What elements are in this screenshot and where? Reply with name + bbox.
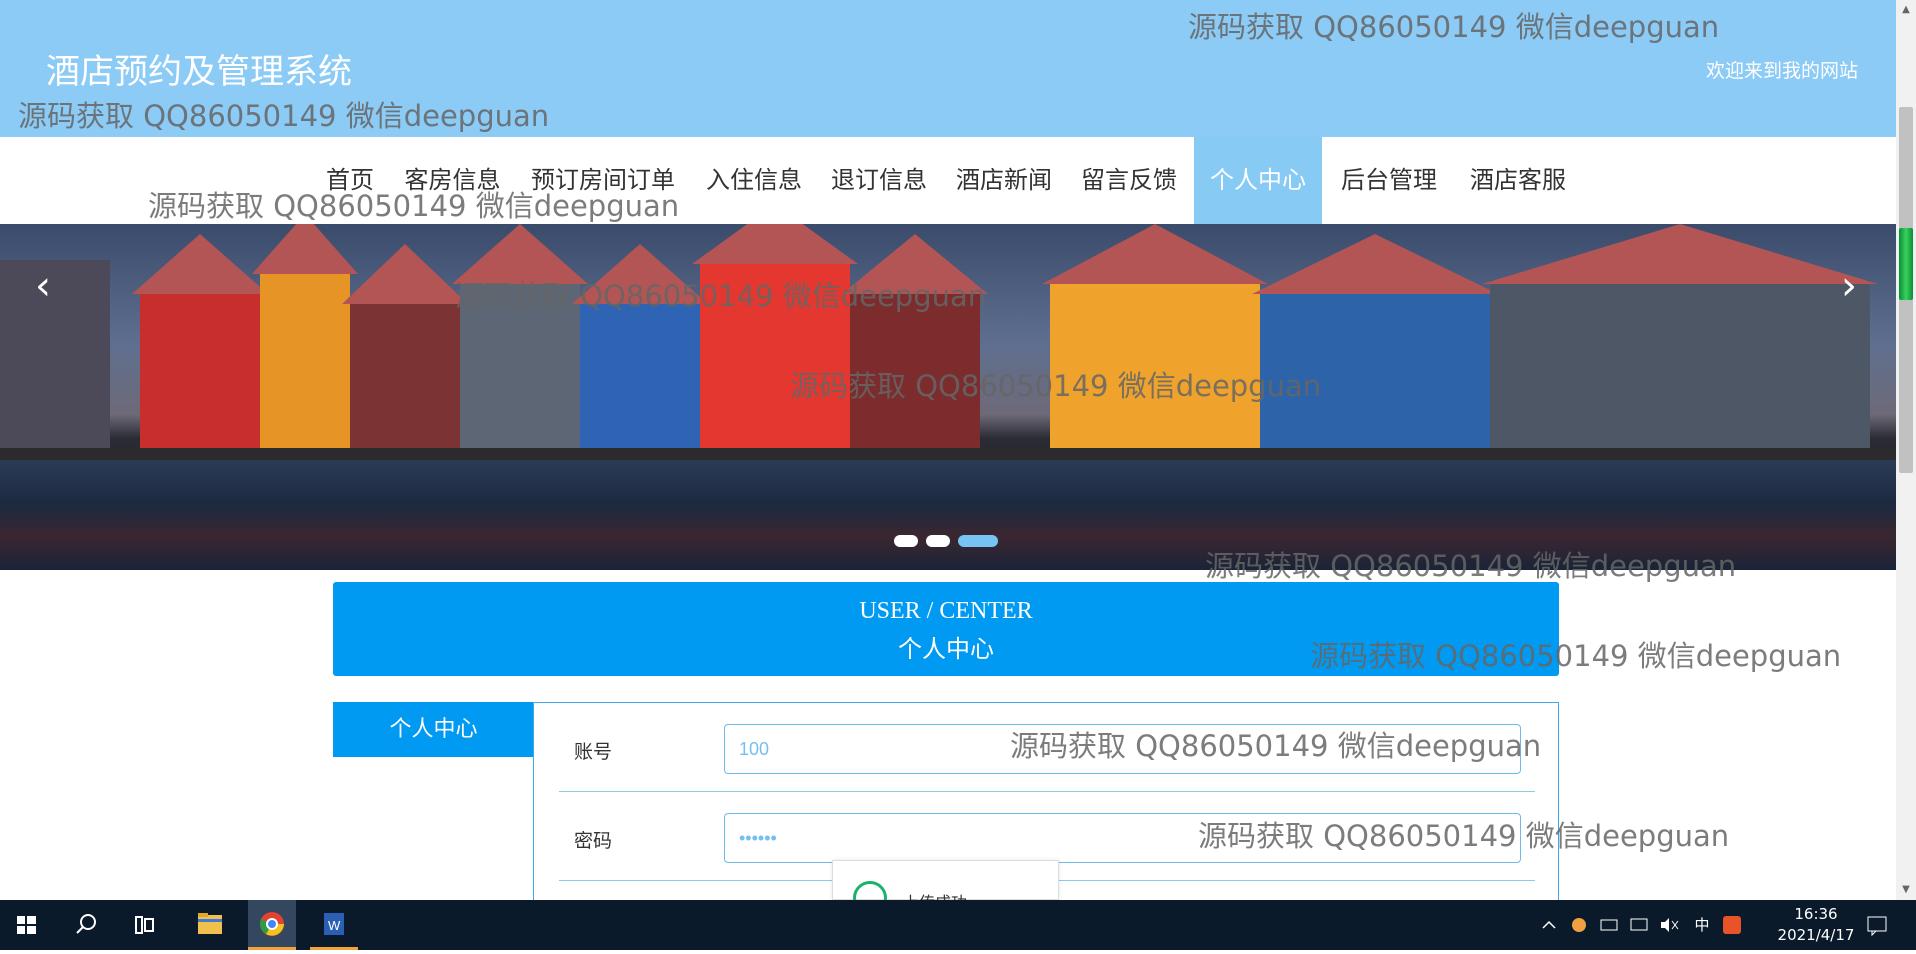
banner-house xyxy=(692,224,858,460)
task-view-icon[interactable] xyxy=(120,900,168,950)
section-title-en: USER / CENTER xyxy=(859,598,1033,624)
banner-house xyxy=(1042,224,1268,460)
nav-checkin[interactable]: 入住信息 xyxy=(702,137,806,224)
carousel-dot-active[interactable] xyxy=(958,535,998,547)
windows-taskbar: W 中 16:36 2021/4/17 xyxy=(0,900,1916,950)
side-menu-user-center[interactable]: 个人中心 xyxy=(333,702,534,757)
volume-muted-icon[interactable] xyxy=(1657,900,1681,950)
word-icon[interactable]: W xyxy=(310,900,358,950)
file-explorer-icon[interactable] xyxy=(186,900,234,950)
password-label: 密码 xyxy=(574,830,613,852)
form-row-account: 账号 100 xyxy=(559,703,1535,792)
banner-house xyxy=(572,244,708,460)
account-label: 账号 xyxy=(574,741,613,763)
clock-time: 16:36 xyxy=(1794,905,1838,923)
banner-house xyxy=(1252,234,1498,460)
banner-water xyxy=(0,460,1896,570)
password-input[interactable]: •••••• xyxy=(724,813,1521,863)
ime-indicator[interactable]: 中 xyxy=(1690,900,1714,950)
site-title[interactable]: 酒店预约及管理系统 xyxy=(46,44,352,93)
main-nav: 首页 客房信息 预订房间订单 入住信息 退订信息 酒店新闻 留言反馈 个人中心 … xyxy=(0,137,1896,224)
tray-overflow-icon[interactable] xyxy=(1537,900,1561,950)
carousel-indicators xyxy=(894,532,1006,551)
hero-carousel: ‹ › xyxy=(0,224,1896,570)
welcome-text: 欢迎来到我的网站 xyxy=(1705,60,1858,82)
windows-start-icon[interactable] xyxy=(2,900,50,950)
nav-home[interactable]: 首页 xyxy=(322,137,378,224)
carousel-dot[interactable] xyxy=(926,535,950,547)
tray-app-icon[interactable] xyxy=(1567,900,1591,950)
chrome-icon[interactable] xyxy=(248,900,296,950)
nav-booking-orders[interactable]: 预订房间订单 xyxy=(526,137,680,224)
battery-icon[interactable] xyxy=(1597,900,1621,950)
nav-customer-service[interactable]: 酒店客服 xyxy=(1466,137,1570,224)
site-header: 酒店预约及管理系统 欢迎来到我的网站 xyxy=(0,0,1896,137)
section-title-banner: USER / CENTER 个人中心 xyxy=(333,582,1559,676)
clock-date: 2021/4/17 xyxy=(1777,926,1855,944)
scroll-up-icon[interactable]: ▲ xyxy=(1896,0,1916,20)
section-title-cn: 个人中心 xyxy=(898,635,994,663)
banner-house xyxy=(342,244,468,460)
banner-house xyxy=(452,224,588,460)
notification-icon[interactable] xyxy=(1862,900,1892,950)
input-method-icon[interactable] xyxy=(1720,900,1744,950)
nav-user-center[interactable]: 个人中心 xyxy=(1194,137,1322,224)
banner-house xyxy=(252,224,358,460)
system-clock[interactable]: 16:36 2021/4/17 xyxy=(1771,904,1861,946)
carousel-dot[interactable] xyxy=(894,535,918,547)
nav-cancellation[interactable]: 退订信息 xyxy=(827,137,931,224)
network-icon[interactable] xyxy=(1627,900,1651,950)
banner-house xyxy=(1482,224,1878,460)
nav-rooms[interactable]: 客房信息 xyxy=(400,137,505,224)
svg-text:W: W xyxy=(328,918,341,933)
upload-success-toast: 上传成功 xyxy=(832,860,1059,915)
carousel-next-icon[interactable]: › xyxy=(1834,266,1864,306)
nav-hotel-news[interactable]: 酒店新闻 xyxy=(952,137,1056,224)
banner-house xyxy=(132,234,268,460)
banner-house xyxy=(842,234,988,460)
scroll-down-icon[interactable]: ▼ xyxy=(1896,880,1916,900)
account-input[interactable]: 100 xyxy=(724,724,1521,774)
nav-admin[interactable]: 后台管理 xyxy=(1337,137,1441,224)
search-icon[interactable] xyxy=(62,900,110,950)
carousel-prev-icon[interactable]: ‹ xyxy=(28,266,58,306)
scroll-indicator xyxy=(1899,228,1913,300)
nav-feedback[interactable]: 留言反馈 xyxy=(1077,137,1181,224)
page-scrollbar[interactable]: ▲ ▼ xyxy=(1896,0,1916,900)
